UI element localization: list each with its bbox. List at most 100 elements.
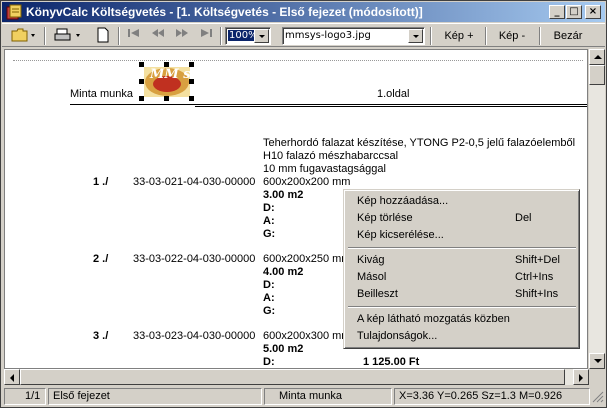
resize-handle[interactable] (189, 79, 194, 84)
status-bar: 1/1 Első fejezet Minta munka X=3.36 Y=0.… (2, 386, 605, 406)
item-price: 1 125.00 Ft (363, 356, 420, 368)
scrollbar-corner (589, 369, 605, 385)
item-label-d: D: (263, 202, 275, 214)
item-description: Teherhordó falazat készítése, YTONG P2-0… (263, 137, 576, 149)
status-chapter: Első fejezet (48, 388, 262, 405)
resize-handle[interactable] (189, 96, 194, 101)
first-page-button[interactable] (126, 27, 142, 45)
toolbar: 100% mmsys-logo3.jpg Kép + Kép - Bezár (2, 23, 605, 47)
open-folder-button[interactable] (10, 27, 38, 45)
print-button[interactable] (54, 27, 84, 45)
item-label-g: G: (263, 305, 276, 317)
prev-page-button[interactable] (150, 27, 166, 45)
next-page-icon (176, 29, 188, 37)
toolbar-separator (220, 27, 222, 45)
scroll-up-button[interactable] (589, 49, 605, 65)
zoom-select[interactable]: 100% (225, 27, 271, 45)
menu-item-replace-image[interactable]: Kép kicserélése... (347, 227, 576, 244)
app-icon[interactable] (6, 4, 22, 20)
menu-item-label: Kép törlése (357, 212, 413, 224)
menu-item-cut[interactable]: Kivág Shift+Del (347, 252, 576, 269)
menu-item-label: Kivág (357, 254, 385, 266)
menu-separator (348, 247, 576, 249)
horizontal-scroll-thumb[interactable] (20, 369, 565, 385)
toolbar-separator (430, 27, 432, 45)
resize-grip-icon[interactable] (592, 391, 604, 403)
title-bar: KönyvCalc Költségvetés - [1. Költségveté… (2, 2, 605, 22)
minimize-button[interactable]: _ (549, 5, 565, 19)
horizontal-scrollbar[interactable] (4, 369, 589, 385)
item-description: 10 mm fugavastagsággal (263, 163, 386, 175)
header-page-number: 1.oldal (377, 88, 410, 100)
menu-separator (348, 306, 576, 308)
vertical-scrollbar[interactable] (589, 49, 605, 369)
menu-item-copy[interactable]: Másol Ctrl+Ins (347, 269, 576, 286)
image-file-value: mmsys-logo3.jpg (285, 30, 371, 41)
toolbar-separator (44, 27, 46, 45)
close-button[interactable]: × (585, 5, 601, 19)
item-quantity: 5.00 m2 (263, 343, 304, 355)
last-page-button[interactable] (198, 27, 214, 45)
menu-item-add-image[interactable]: Kép hozzáadása... (347, 193, 576, 210)
prev-page-icon (152, 29, 164, 37)
menu-item-label: Beilleszt (357, 288, 398, 300)
logo-text: MM sys (150, 67, 206, 82)
close-document-button[interactable]: Bezár (546, 27, 590, 45)
menu-item-shortcut: Ctrl+Ins (515, 271, 554, 283)
header-project: Minta munka (70, 88, 133, 100)
header-rule-secondary (195, 106, 587, 107)
menu-item-label: Másol (357, 271, 387, 283)
resize-handle[interactable] (189, 62, 194, 67)
page-button[interactable] (96, 27, 110, 45)
menu-item-label: A kép látható mozgatás közben (357, 313, 510, 325)
item-code: 33-03-023-04-030-00000 (133, 330, 256, 342)
resize-handle[interactable] (139, 79, 144, 84)
menu-item-show-while-moving[interactable]: A kép látható mozgatás közben (347, 311, 576, 328)
item-quantity: 3.00 m2 (263, 189, 304, 201)
printer-icon (54, 28, 80, 41)
status-project: Minta munka (264, 388, 392, 405)
header-rule (70, 104, 587, 105)
restore-button[interactable]: □ (566, 5, 582, 19)
menu-item-delete-image[interactable]: Kép törlése Del (347, 210, 576, 227)
resize-handle[interactable] (164, 62, 169, 67)
item-code: 33-03-021-04-030-00000 (133, 176, 256, 188)
add-image-button[interactable]: Kép + (438, 27, 480, 45)
context-menu: Kép hozzáadása... Kép törlése Del Kép ki… (343, 189, 580, 349)
image-file-select[interactable]: mmsys-logo3.jpg (282, 27, 425, 45)
menu-item-label: Tulajdonságok... (357, 330, 438, 342)
item-number: 3 ./ (93, 330, 109, 342)
logo-image[interactable]: MM sys (139, 62, 206, 101)
status-page: 1/1 (4, 388, 46, 405)
menu-item-properties[interactable]: Tulajdonságok... (347, 328, 576, 345)
item-label-a: A: (263, 215, 275, 227)
chevron-down-icon[interactable] (254, 29, 269, 43)
chevron-down-icon[interactable] (408, 29, 423, 43)
item-label-d: D: (263, 279, 275, 291)
toolbar-separator (118, 27, 120, 45)
first-page-icon (128, 29, 139, 37)
last-page-icon (201, 29, 212, 37)
item-label-d: D: (263, 356, 275, 368)
item-size: 600x200x200 mm (263, 176, 351, 188)
item-label-g: G: (263, 228, 276, 240)
next-page-button[interactable] (174, 27, 190, 45)
item-size: 600x200x250 mm (263, 253, 351, 265)
page-icon (97, 27, 109, 43)
resize-handle[interactable] (139, 96, 144, 101)
scroll-right-button[interactable] (573, 369, 589, 385)
item-description: H10 falazó mészhabarccsal (263, 150, 399, 162)
menu-item-label: Kép hozzáadása... (357, 195, 449, 207)
resize-handle[interactable] (164, 96, 169, 101)
menu-item-shortcut: Del (515, 212, 532, 224)
resize-handle[interactable] (139, 62, 144, 67)
vertical-scroll-thumb[interactable] (589, 65, 605, 85)
scroll-down-button[interactable] (589, 353, 605, 369)
item-quantity: 4.00 m2 (263, 266, 304, 278)
remove-image-button[interactable]: Kép - (492, 27, 532, 45)
scroll-left-button[interactable] (4, 369, 20, 385)
menu-item-paste[interactable]: Beilleszt Shift+Ins (347, 286, 576, 303)
menu-item-shortcut: Shift+Del (515, 254, 560, 266)
app-window: KönyvCalc Költségvetés - [1. Költségveté… (0, 0, 607, 408)
item-code: 33-03-022-04-030-00000 (133, 253, 256, 265)
